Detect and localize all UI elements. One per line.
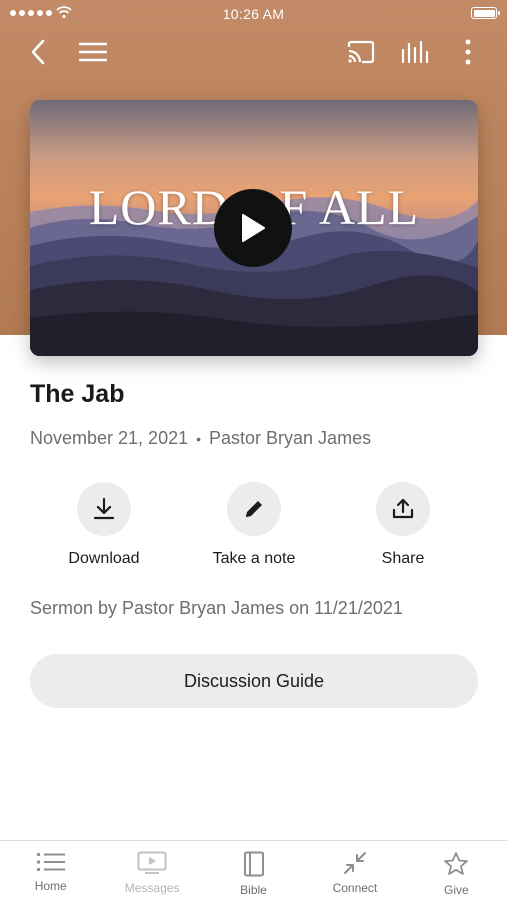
tab-give[interactable]: Give	[406, 841, 507, 900]
book-icon	[243, 851, 264, 877]
tab-give-label: Give	[443, 883, 469, 897]
take-note-circle[interactable]	[227, 482, 281, 536]
tab-messages-label: Messages	[124, 881, 180, 895]
tab-bar: Home Messages Bible Connect Give	[0, 840, 507, 900]
tab-bible-label: Bible	[240, 883, 267, 897]
download-circle[interactable]	[77, 482, 131, 536]
arrows-in-icon	[343, 852, 366, 874]
battery-icon	[471, 7, 500, 19]
take-note-label: Take a note	[212, 550, 296, 567]
audio-bars-icon	[401, 40, 429, 64]
take-note-button[interactable]: Take a note	[184, 482, 324, 568]
download-icon	[93, 497, 115, 520]
more-options-button[interactable]	[450, 34, 486, 70]
sermon-meta: November 21, 2021 • Pastor Bryan James	[30, 428, 371, 449]
pencil-icon	[246, 501, 262, 517]
tab-connect[interactable]: Connect	[304, 841, 405, 900]
sermon-description: Sermon by Pastor Bryan James on 11/21/20…	[30, 598, 403, 618]
tab-home-label: Home	[34, 879, 67, 893]
list-icon	[36, 853, 65, 871]
share-circle[interactable]	[376, 482, 430, 536]
meta-separator: •	[196, 430, 202, 447]
more-vertical-icon	[465, 39, 471, 65]
menu-button[interactable]	[75, 34, 111, 70]
cast-button[interactable]	[343, 34, 379, 70]
play-icon	[242, 214, 265, 242]
download-label: Download	[68, 550, 140, 567]
nav-bar	[0, 32, 507, 72]
download-button[interactable]: Download	[34, 482, 174, 568]
share-label: Share	[381, 550, 425, 567]
sermon-date: November 21, 2021	[30, 428, 189, 448]
share-icon	[392, 498, 414, 519]
sermon-title: The Jab	[30, 380, 125, 408]
status-bar: 10:26 AM	[0, 0, 507, 28]
back-button[interactable]	[20, 34, 56, 70]
tab-connect-label: Connect	[332, 881, 378, 895]
back-icon	[31, 39, 45, 65]
play-button[interactable]	[214, 189, 292, 267]
sermon-speaker: Pastor Bryan James	[209, 428, 372, 448]
audio-button[interactable]	[397, 34, 433, 70]
cast-icon	[347, 40, 375, 64]
share-button[interactable]: Share	[333, 482, 473, 568]
tv-play-icon	[137, 851, 167, 874]
star-icon	[444, 852, 469, 875]
menu-icon	[79, 42, 107, 62]
tab-messages[interactable]: Messages	[101, 841, 202, 900]
sermon-video[interactable]: LORD OF ALL	[30, 100, 478, 356]
status-time: 10:26 AM	[222, 6, 285, 22]
tab-bible[interactable]: Bible	[203, 841, 304, 900]
tab-home[interactable]: Home	[0, 841, 101, 900]
discussion-guide-button[interactable]: Discussion Guide	[30, 654, 478, 708]
